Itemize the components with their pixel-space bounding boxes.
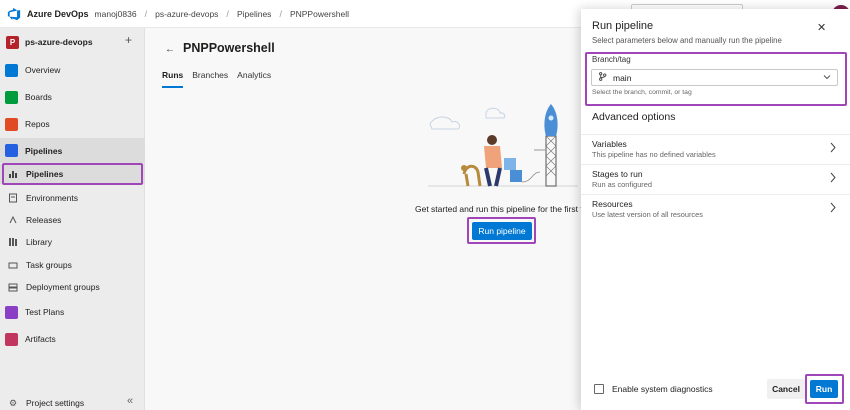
- highlight-box: [467, 217, 536, 244]
- branch-value: main: [613, 72, 632, 83]
- task-groups-icon: [7, 259, 19, 271]
- pipelines-icon: [5, 144, 18, 157]
- highlight-box: [805, 374, 844, 404]
- breadcrumb-separator: /: [226, 8, 229, 19]
- project-header[interactable]: P ps-azure-devops +: [0, 32, 145, 52]
- sidebar-item-label: Boards: [25, 92, 52, 102]
- library-icon: [7, 236, 19, 248]
- option-description: This pipeline has no defined variables: [592, 150, 716, 159]
- close-icon[interactable]: ✕: [817, 21, 826, 34]
- deployment-groups-icon: [7, 281, 19, 293]
- cancel-button[interactable]: Cancel: [767, 379, 805, 399]
- sidebar-item-test-plans[interactable]: Test Plans: [0, 304, 145, 320]
- sidebar-item-artifacts[interactable]: Artifacts: [0, 331, 145, 347]
- tab-bar: Runs Branches Analytics: [162, 70, 280, 88]
- diagnostics-row: Enable system diagnostics: [594, 384, 713, 394]
- sidebar-item-label: Task groups: [26, 260, 72, 270]
- back-arrow-icon[interactable]: ←: [165, 44, 175, 55]
- sidebar-item-label: Test Plans: [25, 307, 65, 317]
- sidebar-item-overview[interactable]: Overview: [0, 63, 145, 77]
- test-plans-icon: [5, 305, 18, 319]
- page-title: PNPPowershell: [183, 41, 275, 55]
- sidebar-item-label: Project settings: [26, 398, 85, 408]
- collapse-sidebar-icon[interactable]: «: [127, 395, 133, 407]
- sidebar-item-label: Deployment groups: [26, 282, 100, 292]
- option-resources[interactable]: Resources Use latest version of all reso…: [581, 194, 850, 224]
- breadcrumb-organization[interactable]: manoj0836: [95, 9, 137, 19]
- sidebar-item-label: Repos: [25, 119, 50, 129]
- releases-icon: [7, 214, 19, 226]
- option-title: Resources: [592, 199, 633, 209]
- breadcrumb-pipeline[interactable]: PNPPowershell: [290, 9, 349, 19]
- sidebar-item-deployment-groups[interactable]: Deployment groups: [0, 280, 145, 294]
- tab-branches[interactable]: Branches: [192, 70, 228, 88]
- branch-select[interactable]: main: [591, 69, 838, 86]
- overview-icon: [5, 63, 18, 77]
- sidebar-item-label: Pipelines: [25, 145, 63, 156]
- brand-name[interactable]: Azure DevOps: [27, 9, 89, 19]
- option-title: Variables: [592, 139, 627, 149]
- branch-hint: Select the branch, commit, or tag: [592, 89, 692, 96]
- project-badge-icon: P: [6, 35, 19, 49]
- option-stages-to-run[interactable]: Stages to run Run as configured: [581, 164, 850, 194]
- chevron-right-icon: [829, 172, 837, 186]
- highlight-box: [2, 163, 143, 185]
- azure-devops-logo-icon[interactable]: [7, 7, 21, 21]
- tab-runs[interactable]: Runs: [162, 70, 184, 88]
- environments-icon: [7, 192, 19, 204]
- sidebar-item-label: Artifacts: [25, 334, 56, 344]
- chevron-right-icon: [829, 142, 837, 156]
- sidebar-item-project-settings[interactable]: ⚙ Project settings: [0, 396, 145, 410]
- boards-icon: [5, 90, 18, 104]
- sidebar-item-repos[interactable]: Repos: [0, 117, 145, 131]
- breadcrumb-project[interactable]: ps-azure-devops: [155, 9, 218, 19]
- breadcrumb-pipelines[interactable]: Pipelines: [237, 9, 272, 19]
- sidebar-item-boards[interactable]: Boards: [0, 90, 145, 104]
- advanced-options-title: Advanced options: [592, 111, 676, 123]
- option-title: Stages to run: [592, 169, 643, 179]
- sidebar-item-task-groups[interactable]: Task groups: [0, 258, 145, 272]
- breadcrumb-separator: /: [279, 8, 282, 19]
- sidebar: P ps-azure-devops + Overview Boards Repo…: [0, 28, 145, 410]
- sidebar-item-environments[interactable]: Environments: [0, 191, 145, 205]
- pipeline-illustration: [428, 104, 578, 187]
- option-variables[interactable]: Variables This pipeline has no defined v…: [581, 134, 850, 164]
- repos-icon: [5, 117, 18, 131]
- add-icon[interactable]: +: [125, 33, 132, 47]
- branch-label: Branch/tag: [592, 55, 631, 64]
- chevron-down-icon: [823, 73, 831, 83]
- diagnostics-label: Enable system diagnostics: [612, 384, 713, 394]
- panel-title: Run pipeline: [592, 20, 654, 32]
- breadcrumb-separator: /: [144, 8, 148, 19]
- empty-state-text: Get started and run this pipeline for th…: [415, 204, 592, 214]
- sidebar-item-library[interactable]: Library: [0, 235, 145, 249]
- chevron-right-icon: [829, 202, 837, 216]
- sidebar-item-label: Library: [26, 237, 52, 247]
- option-description: Run as configured: [592, 180, 652, 189]
- diagnostics-checkbox[interactable]: [594, 384, 604, 394]
- sidebar-item-pipelines[interactable]: Pipelines: [0, 138, 145, 163]
- run-pipeline-panel: Run pipeline Select parameters below and…: [581, 9, 850, 410]
- sidebar-item-label: Overview: [25, 65, 61, 75]
- option-description: Use latest version of all resources: [592, 210, 703, 219]
- branch-icon: [598, 72, 607, 83]
- gear-icon: ⚙: [8, 397, 18, 408]
- sidebar-item-label: Environments: [26, 193, 78, 203]
- artifacts-icon: [5, 332, 18, 346]
- tab-analytics[interactable]: Analytics: [237, 70, 271, 88]
- sidebar-item-releases[interactable]: Releases: [0, 213, 145, 227]
- panel-subtitle: Select parameters below and manually run…: [592, 36, 782, 45]
- project-name: ps-azure-devops: [25, 37, 93, 47]
- sidebar-item-label: Releases: [26, 215, 62, 225]
